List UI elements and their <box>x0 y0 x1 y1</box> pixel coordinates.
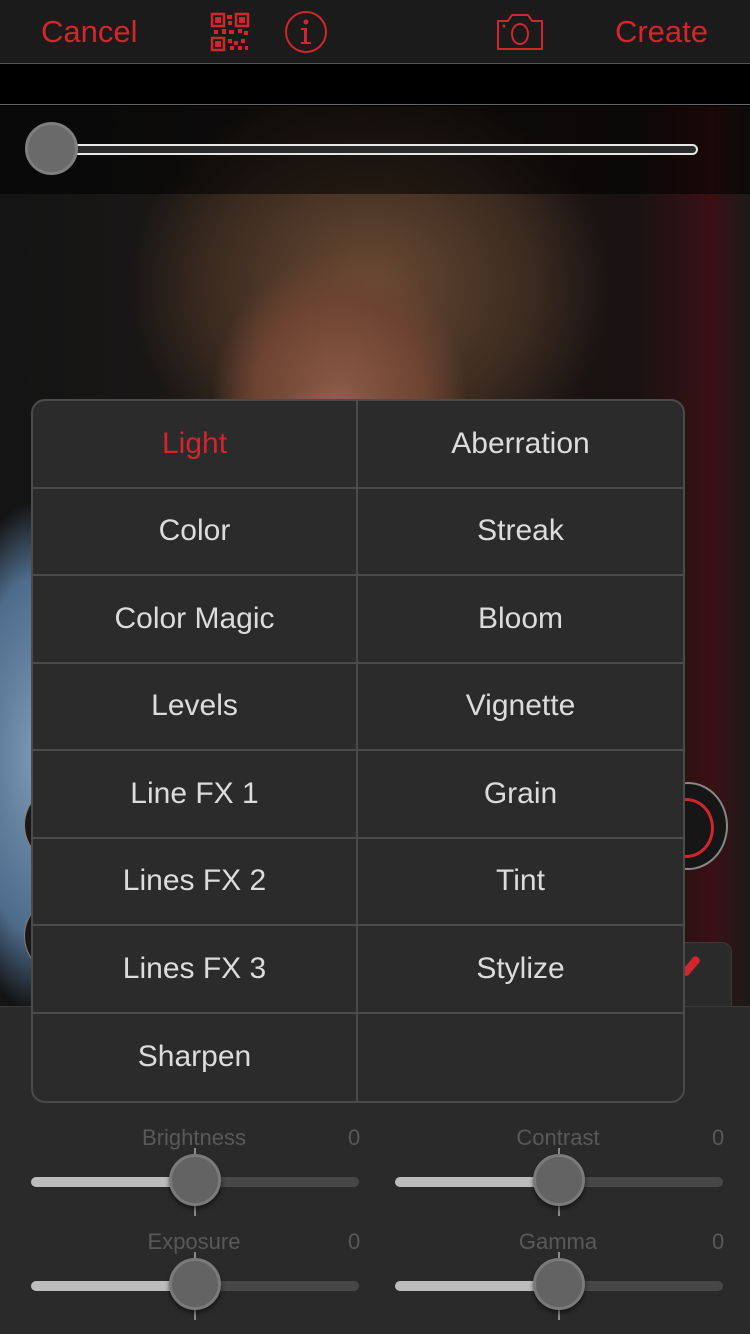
filter-item-color-magic[interactable]: Color Magic <box>33 576 358 664</box>
brightness-value: 0 <box>348 1125 361 1150</box>
brightness-slider-thumb[interactable] <box>169 1154 221 1206</box>
top-toolbar: Cancel Create <box>0 0 750 64</box>
contrast-slider-thumb[interactable] <box>533 1154 585 1206</box>
info-icon[interactable] <box>284 10 328 54</box>
filter-item-levels[interactable]: Levels <box>33 663 358 751</box>
top-slider-track[interactable] <box>52 144 698 155</box>
filter-item-sharpen[interactable]: Sharpen <box>33 1013 358 1101</box>
filter-item-streak[interactable]: Streak <box>358 489 683 576</box>
filter-item-lines-fx-2[interactable]: Lines FX 2 <box>33 838 358 926</box>
filter-item-lines-fx-3[interactable]: Lines FX 3 <box>33 926 358 1014</box>
filter-item-vignette[interactable]: Vignette <box>358 664 683 751</box>
exposure-slider-thumb[interactable] <box>169 1258 221 1310</box>
filter-item-bloom[interactable]: Bloom <box>358 576 683 664</box>
filter-item-line-fx-1[interactable]: Line FX 1 <box>33 751 358 839</box>
top-slider-thumb[interactable] <box>25 122 78 175</box>
camera-icon[interactable] <box>496 13 544 51</box>
filter-item-tint[interactable]: Tint <box>358 839 683 926</box>
filter-item-aberration[interactable]: Aberration <box>358 401 683 489</box>
filter-item-empty <box>358 1014 683 1102</box>
filter-item-color[interactable]: Color <box>33 488 358 576</box>
exposure-value: 0 <box>348 1229 361 1254</box>
filter-item-stylize[interactable]: Stylize <box>358 926 683 1014</box>
qr-code-icon[interactable] <box>210 12 250 52</box>
filter-menu: Light Aberration Color Streak Color Magic Blo… <box>31 399 685 1103</box>
contrast-value: 0 <box>712 1125 725 1150</box>
filter-item-light[interactable]: Light <box>33 401 358 489</box>
create-button[interactable]: Create <box>615 12 708 52</box>
spacer-bar <box>0 65 750 105</box>
gamma-value: 0 <box>712 1229 725 1254</box>
filter-item-grain[interactable]: Grain <box>358 751 683 839</box>
cancel-button[interactable]: Cancel <box>41 12 138 52</box>
gamma-slider-thumb[interactable] <box>533 1258 585 1310</box>
